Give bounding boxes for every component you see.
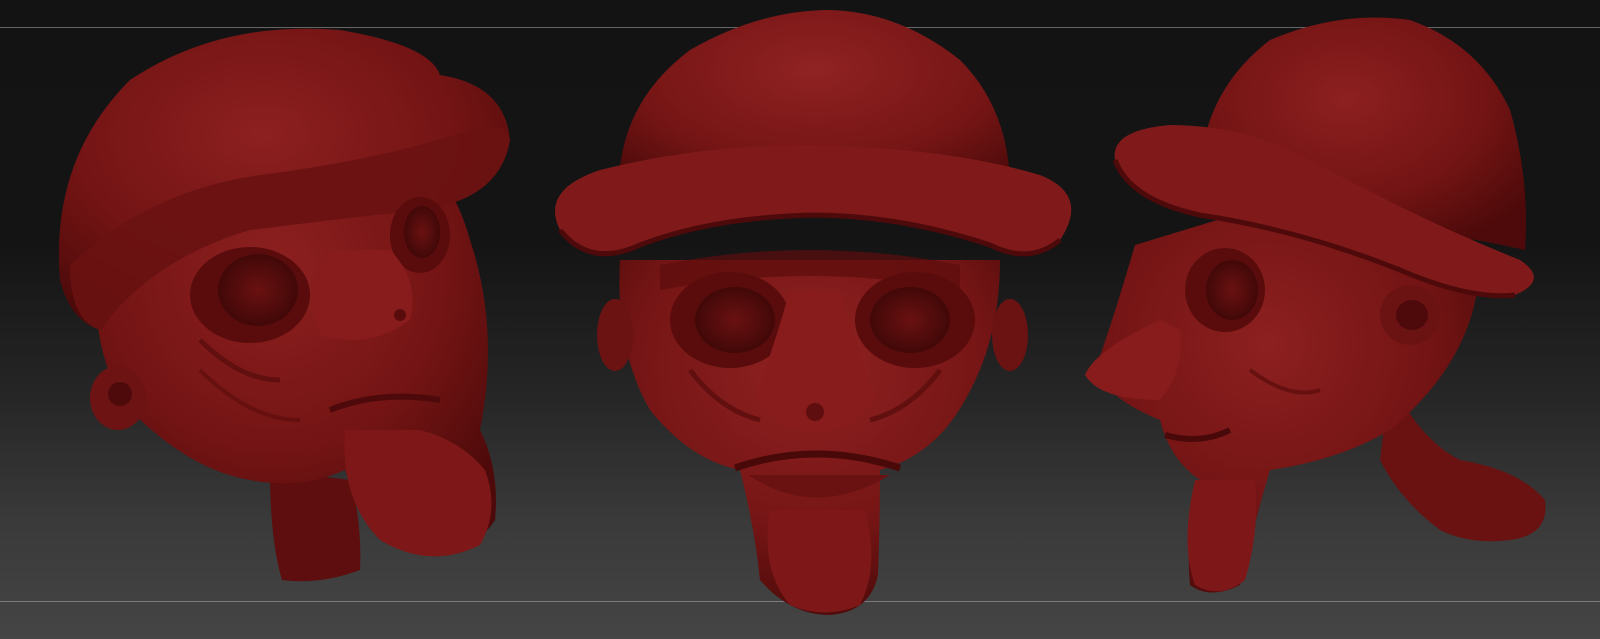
head-view-front — [555, 10, 1072, 615]
sculpt-viewport[interactable] — [0, 0, 1600, 639]
sculpt-render — [58, 10, 1546, 615]
head-view-profile — [1085, 17, 1546, 593]
head-view-three-quarter — [58, 28, 511, 582]
